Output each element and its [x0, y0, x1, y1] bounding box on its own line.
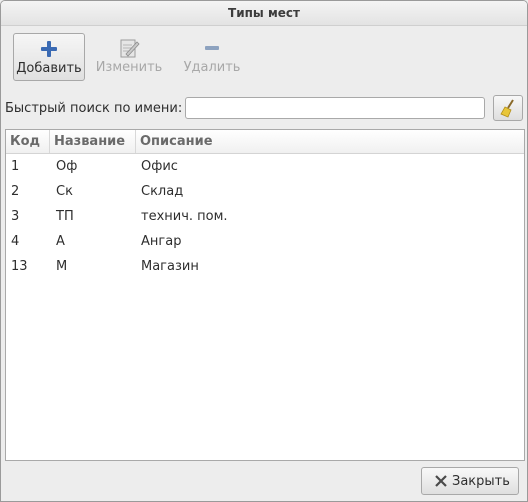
search-row: Быстрый поиск по имени:	[5, 95, 523, 123]
cell-description: технич. пом.	[141, 209, 228, 224]
table-header: Код Название Описание	[6, 130, 524, 154]
search-label: Быстрый поиск по имени:	[5, 101, 183, 116]
cell-code: 13	[11, 259, 28, 274]
cell-name: Оф	[56, 159, 78, 174]
cell-description: Ангар	[141, 234, 182, 249]
column-header-code[interactable]: Код	[6, 130, 50, 153]
places-table: Код Название Описание 1 Оф Офис 2 Ск Скл…	[5, 129, 525, 461]
table-row[interactable]: 1 Оф Офис	[6, 154, 524, 179]
clear-search-button[interactable]	[493, 95, 523, 121]
column-header-description[interactable]: Описание	[136, 130, 524, 153]
table-row[interactable]: 3 ТП технич. пом.	[6, 204, 524, 229]
close-button[interactable]: Закрыть	[421, 467, 519, 495]
cell-code: 3	[11, 209, 20, 224]
edit-button[interactable]: Изменить	[93, 33, 165, 79]
edit-button-label: Изменить	[95, 60, 163, 75]
close-button-label: Закрыть	[452, 474, 510, 489]
table-row[interactable]: 2 Ск Склад	[6, 179, 524, 204]
cell-name: А	[56, 234, 65, 249]
table-body: 1 Оф Офис 2 Ск Склад 3 ТП технич. пом. 4…	[6, 154, 524, 279]
cell-description: Магазин	[141, 259, 199, 274]
cell-name: ТП	[56, 209, 74, 224]
cell-name: М	[56, 259, 68, 274]
delete-button[interactable]: Удалить	[177, 33, 247, 79]
broom-icon	[500, 99, 514, 118]
close-x-icon	[435, 475, 447, 487]
delete-button-label: Удалить	[183, 60, 241, 75]
cell-code: 1	[11, 159, 20, 174]
add-button[interactable]: Добавить	[13, 33, 85, 81]
table-row[interactable]: 4 А Ангар	[6, 229, 524, 254]
notepad-pencil-icon	[120, 39, 140, 58]
cell-code: 4	[11, 234, 20, 249]
cell-code: 2	[11, 184, 20, 199]
window-title: Типы мест	[1, 1, 527, 26]
cell-description: Офис	[141, 159, 178, 174]
table-row[interactable]: 13 М Магазин	[6, 254, 524, 279]
add-button-label: Добавить	[16, 61, 82, 76]
minus-icon	[205, 46, 219, 50]
cell-description: Склад	[141, 184, 184, 199]
cell-name: Ск	[56, 184, 73, 199]
plus-icon	[41, 41, 57, 57]
column-header-name[interactable]: Название	[50, 130, 136, 153]
dialog-window: Типы мест Добавить Изменить Удалить Быст…	[0, 0, 528, 502]
search-input[interactable]	[185, 97, 485, 119]
